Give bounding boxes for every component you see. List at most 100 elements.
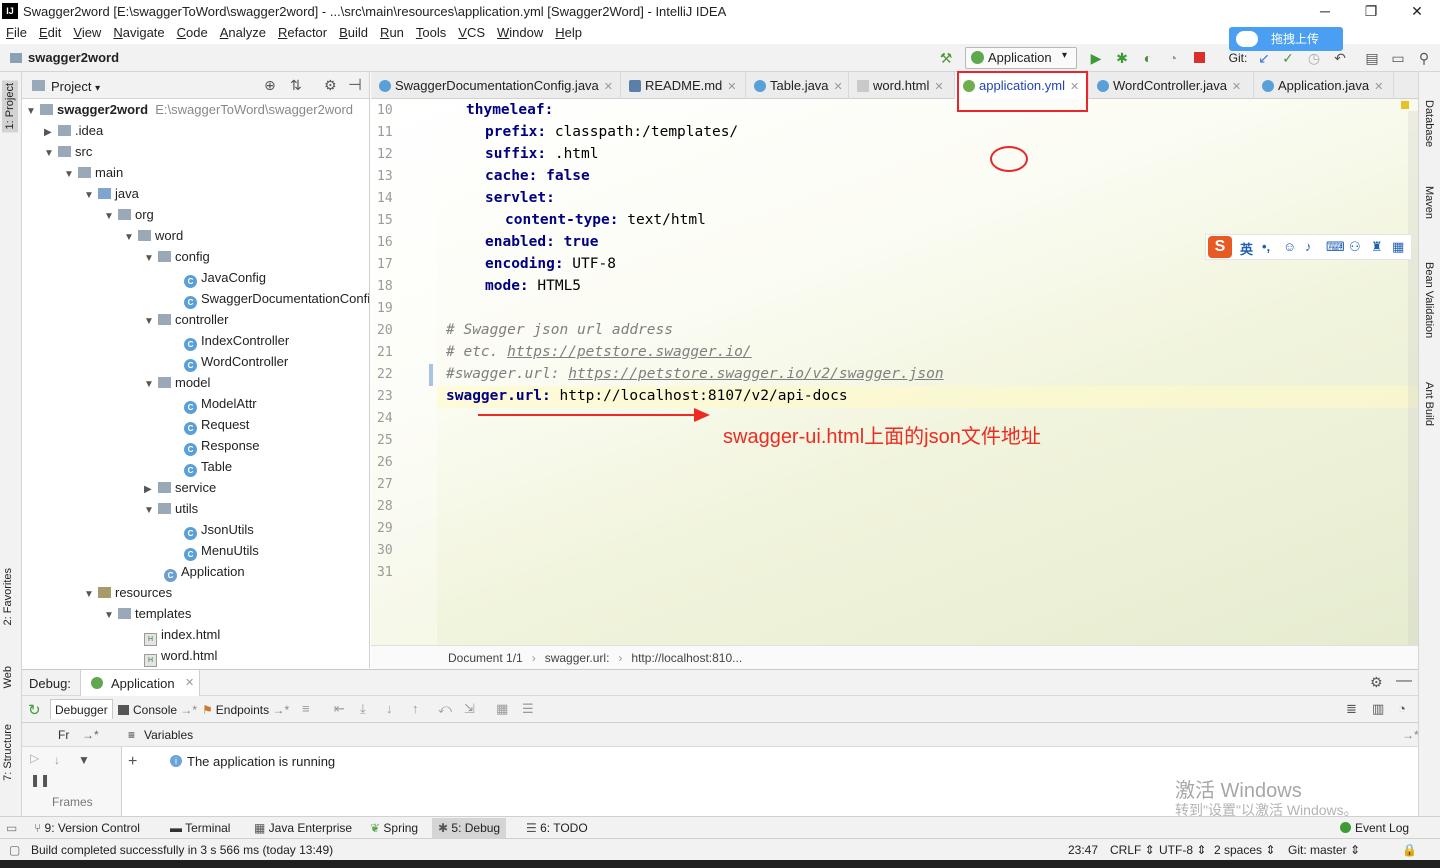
breadcrumb-value[interactable]: http://localhost:810... <box>631 651 742 665</box>
bean-validation-tool-tab[interactable]: Bean Validation <box>1423 262 1435 338</box>
columns-icon[interactable]: ▥ <box>1372 701 1384 717</box>
tool-debug[interactable]: ✱ 5: Debug <box>432 818 507 838</box>
step-out-icon[interactable]: ↑ <box>412 701 419 716</box>
tree-item-javaconfig[interactable]: C JavaConfig <box>184 267 266 288</box>
status-icon[interactable]: ▢ <box>9 843 20 857</box>
git-update-icon[interactable]: ↙ <box>1256 50 1272 66</box>
breadcrumb-key[interactable]: swagger.url: <box>545 651 610 665</box>
git-rollback-icon[interactable]: ↶ <box>1332 50 1348 66</box>
tree-item-menuutils[interactable]: C MenuUtils <box>184 540 259 561</box>
tab-readme[interactable]: README.md ✕ <box>621 72 746 99</box>
tab-word-html[interactable]: word.html ✕ <box>849 72 955 99</box>
show-execution-point-icon[interactable]: ⇤ <box>334 701 345 717</box>
file-encoding[interactable]: UTF-8 ⇕ <box>1159 843 1206 857</box>
minimize-panel-icon[interactable]: — <box>1396 672 1412 690</box>
microphone-icon[interactable]: ♪ <box>1305 239 1312 254</box>
tab-endpoints[interactable]: ⚑ Endpoints →* <box>198 700 293 720</box>
user-icon[interactable]: ⚇ <box>1349 239 1361 255</box>
tree-item-resources[interactable]: ▼ resources <box>84 582 172 603</box>
run-to-cursor-icon[interactable]: ⇲ <box>464 701 475 717</box>
tree-item-config[interactable]: ▼ config <box>144 246 210 267</box>
close-tab-icon[interactable]: ✕ <box>834 81 843 93</box>
coverage-icon[interactable]: ◐ <box>1140 50 1156 66</box>
project-tool-tab[interactable]: 1: Project <box>2 80 18 133</box>
close-tab-icon[interactable]: ✕ <box>1374 81 1383 93</box>
tree-item-swaggerdocumentationconfig[interactable]: C SwaggerDocumentationConfig <box>184 288 369 309</box>
debug-icon[interactable]: ✱ <box>1114 50 1130 66</box>
git-commit-icon[interactable]: ✓ <box>1280 50 1296 66</box>
menu-run[interactable]: Run <box>374 22 410 40</box>
git-history-icon[interactable]: ◷ <box>1306 50 1322 66</box>
trace-icon[interactable]: ☰ <box>522 701 534 717</box>
tree-item-model[interactable]: ▼ model <box>144 372 210 393</box>
menu-view[interactable]: View <box>67 22 107 40</box>
tree-item-indexcontroller[interactable]: C IndexController <box>184 330 289 351</box>
run-configuration-select[interactable]: Application ▾ <box>965 47 1077 69</box>
tree-item-response[interactable]: C Response <box>184 435 260 456</box>
step-over-icon[interactable]: ⤓ <box>360 701 366 717</box>
breadcrumb-document[interactable]: Document 1/1 <box>448 651 523 665</box>
close-tab-icon[interactable]: ✕ <box>604 81 613 93</box>
close-tab-icon[interactable]: ✕ <box>934 81 943 93</box>
status-message[interactable]: Build completed successfully in 3 s 566 … <box>31 843 333 857</box>
rerun-icon[interactable]: ↻ <box>28 701 41 719</box>
locate-icon[interactable]: ⊕ <box>264 77 276 94</box>
menu-build[interactable]: Build <box>333 22 374 40</box>
tree-item-java[interactable]: ▼ java <box>84 183 139 204</box>
menu-code[interactable]: Code <box>171 22 214 40</box>
ant-build-tool-tab[interactable]: Ant Build <box>1423 382 1435 426</box>
tree-item-utils[interactable]: ▼ utils <box>144 498 198 519</box>
tree-item-index-html[interactable]: Hindex.html <box>144 624 220 646</box>
tab-application-java[interactable]: Application.java ✕ <box>1254 72 1394 99</box>
tree-item-swagger2word[interactable]: ▼ swagger2word E:\swaggerToWord\swagger2w… <box>26 99 353 120</box>
close-tab-icon[interactable]: ✕ <box>1232 81 1241 93</box>
menu-edit[interactable]: Edit <box>33 22 67 40</box>
menu-refactor[interactable]: Refactor <box>272 22 333 40</box>
editor-scrollbar[interactable] <box>1408 111 1418 645</box>
menu-navigate[interactable]: Navigate <box>107 22 170 40</box>
tool-terminal[interactable]: ▬ Terminal <box>170 821 230 835</box>
tree-item-src[interactable]: ▼ src <box>44 141 92 162</box>
stop-icon[interactable] <box>1191 50 1207 66</box>
profile-icon[interactable]: ◔ <box>1165 50 1181 66</box>
tab-debugger[interactable]: Debugger <box>50 699 113 719</box>
collapse-icon[interactable]: ⇅ <box>290 77 302 94</box>
favorites-tool-tab[interactable]: 2: Favorites <box>2 568 14 625</box>
upload-button[interactable]: 拖拽上传 <box>1229 27 1343 51</box>
tree-item-main[interactable]: ▼ main <box>64 162 123 183</box>
close-tab-icon[interactable]: ✕ <box>727 81 736 93</box>
tab-wordcontroller[interactable]: WordController.java ✕ <box>1089 72 1254 99</box>
maven-tool-tab[interactable]: Maven <box>1423 186 1435 219</box>
tree-item-table[interactable]: C Table <box>184 456 232 477</box>
tree-item-word[interactable]: ▼ word <box>124 225 183 246</box>
code-editor[interactable]: 10 11 12 13 14 15 16 17 18 19 20 21 22 2… <box>371 99 1418 645</box>
hide-icon[interactable]: ⊣ <box>348 75 362 95</box>
gear-icon[interactable]: ⚙ <box>324 77 337 94</box>
git-branch[interactable]: Git: master ⇕ <box>1288 843 1360 857</box>
menu-vcs[interactable]: VCS <box>452 22 491 40</box>
tool-todo[interactable]: ☰ 6: TODO <box>526 821 588 835</box>
caret-position[interactable]: 23:47 <box>1068 843 1098 857</box>
gear-icon[interactable]: ⚙ <box>1370 674 1383 691</box>
drop-frame-icon[interactable]: ⤺ <box>438 701 452 717</box>
tool-spring[interactable]: ❦ Spring <box>370 821 418 835</box>
step-into-icon[interactable]: ↓ <box>386 701 393 716</box>
tab-swaggerdocumentationconfig[interactable]: SwaggerDocumentationConfig.java ✕ <box>371 72 621 99</box>
project-view-select[interactable]: Project ▾ <box>51 79 100 94</box>
menu-window[interactable]: Window <box>491 22 549 40</box>
menu-help[interactable]: Help <box>549 22 588 40</box>
line-separator[interactable]: CRLF ⇕ <box>1110 843 1155 857</box>
tree-item-modelattr[interactable]: C ModelAttr <box>184 393 257 414</box>
minimize-button[interactable]: ─ <box>1302 0 1348 22</box>
tree-item-jsonutils[interactable]: C JsonUtils <box>184 519 254 540</box>
web-tool-tab[interactable]: Web <box>2 666 14 688</box>
close-button[interactable]: ✕ <box>1394 0 1440 22</box>
build-hammer-icon[interactable]: ⚒ <box>938 50 954 66</box>
sogou-logo-icon[interactable]: S <box>1208 236 1232 258</box>
resume-icon[interactable]: ▷ <box>30 751 39 765</box>
database-tool-tab[interactable]: Database <box>1423 100 1435 147</box>
search-icon[interactable]: ⚲ <box>1416 50 1432 66</box>
pause-icon[interactable]: ❚❚ <box>30 773 50 787</box>
keyboard-icon[interactable]: ⌨ <box>1326 239 1345 255</box>
add-watch-icon[interactable]: + <box>128 753 137 771</box>
